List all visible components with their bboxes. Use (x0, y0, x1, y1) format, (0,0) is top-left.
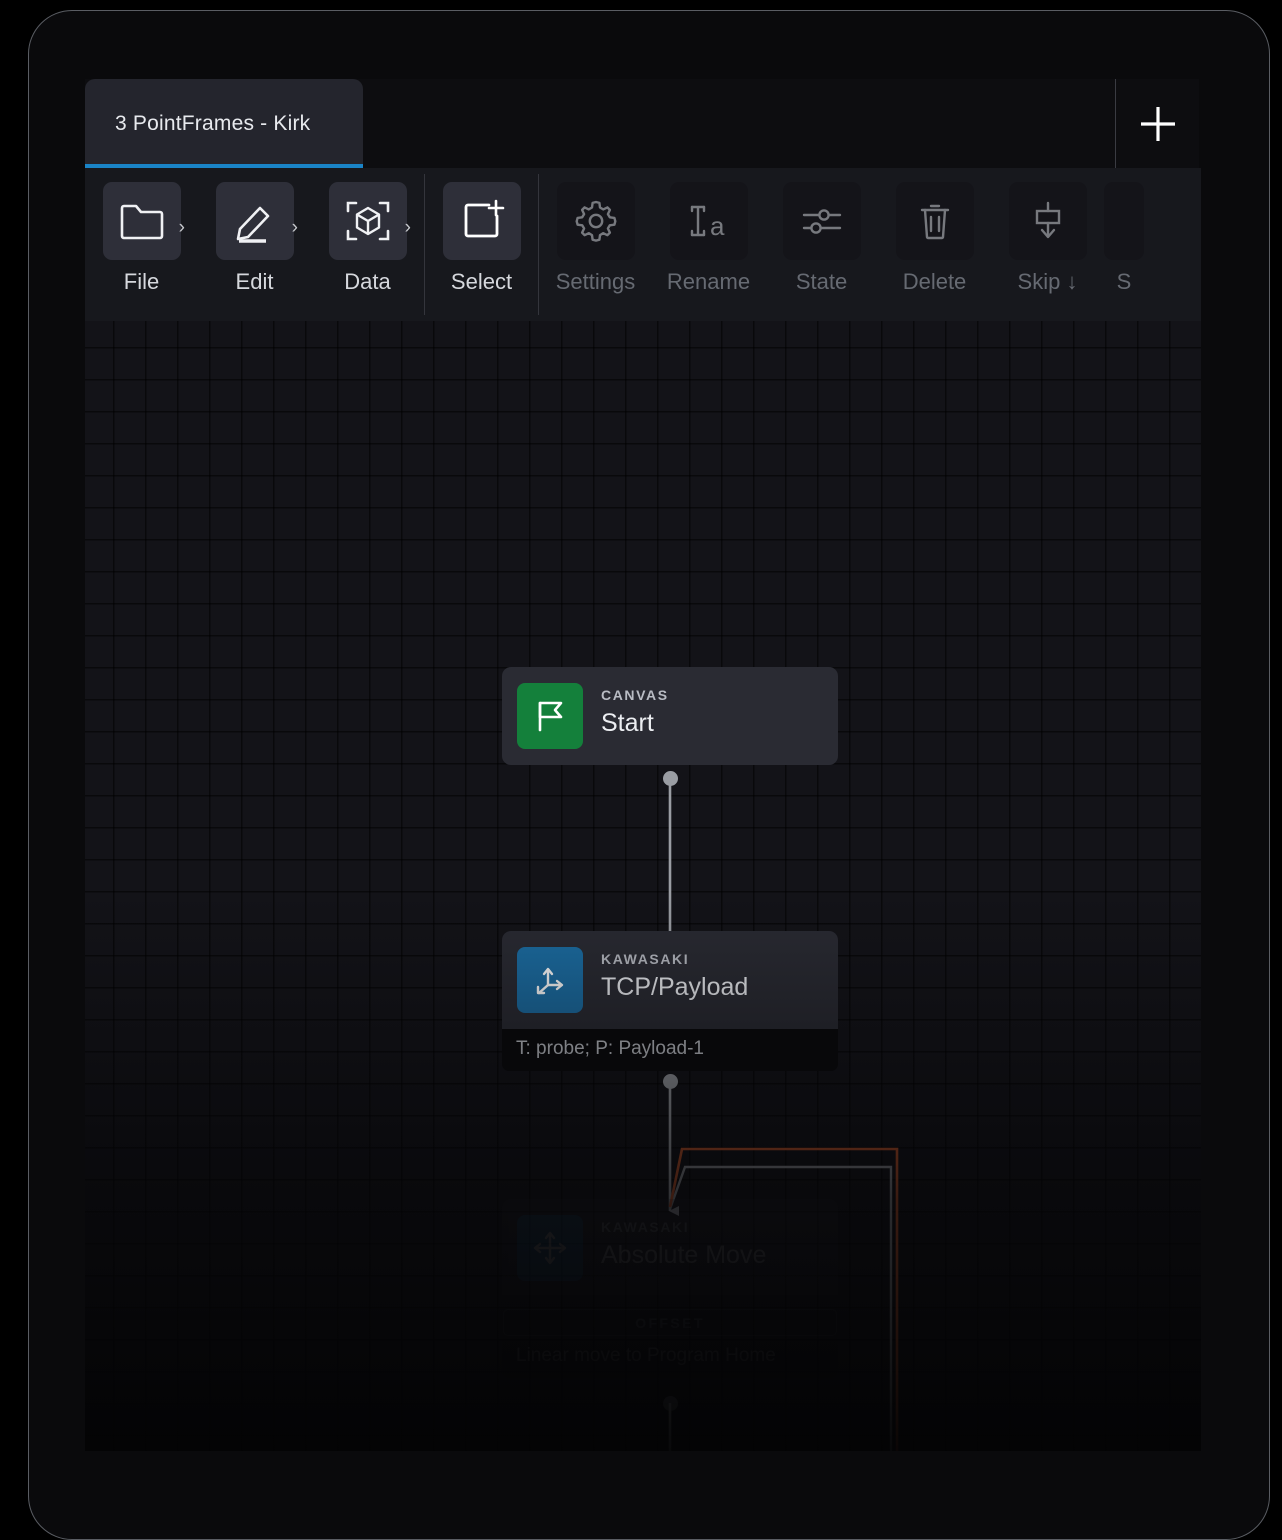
toolbar-label-data: Data (344, 269, 391, 294)
toolbar-label-file: File (123, 269, 160, 294)
skip-down-icon (1008, 182, 1087, 260)
select-plus-icon (442, 182, 521, 260)
tab-label: 3 PointFrames - Kirk (115, 111, 311, 135)
node-absolute-move-text: KAWASAKI Absolute Move (601, 1215, 766, 1270)
node-absolute-move-footer: Linear move to Program Home (502, 1336, 838, 1378)
port-absolute-move-out[interactable] (663, 1396, 678, 1411)
toolbar-item-select[interactable]: Select (425, 168, 538, 295)
tab-strip: 3 PointFrames - Kirk (85, 79, 1199, 168)
toolbar-item-overflow[interactable]: S (1104, 168, 1144, 295)
node-start-text: CANVAS Start (601, 683, 669, 738)
node-tcp-payload[interactable]: KAWASAKI TCP/Payload T: probe; P: Payloa… (502, 931, 838, 1071)
node-start-body[interactable]: CANVAS Start (502, 667, 838, 765)
folder-icon (102, 182, 181, 260)
toolbar-label-skip: Skip ↓ (1017, 269, 1078, 294)
toolbar: › File › Edit › Data Select Settings a R… (85, 168, 1201, 321)
toolbar-item-edit[interactable]: › Edit (198, 168, 311, 295)
node-tcp-payload-kicker: KAWASAKI (601, 951, 690, 967)
add-tab-button[interactable] (1116, 79, 1199, 168)
node-absolute-move-title: Absolute Move (601, 1241, 767, 1269)
node-absolute-move[interactable]: KAWASAKI Absolute Move OFFSET Linear mov… (502, 1199, 838, 1378)
node-absolute-move-kicker: KAWASAKI (601, 1219, 690, 1235)
node-start[interactable]: CANVAS Start (502, 667, 838, 765)
move-arrows-icon (517, 1215, 583, 1281)
chevron-right-icon: › (404, 217, 411, 238)
rename-text-icon: a (669, 182, 748, 260)
device-frame: 3 PointFrames - Kirk › File › Edit › Dat… (28, 10, 1270, 1540)
node-tcp-payload-body[interactable]: KAWASAKI TCP/Payload (502, 931, 838, 1029)
svg-text:a: a (710, 211, 725, 241)
toolbar-label-settings: Settings (555, 269, 636, 294)
node-graph-canvas[interactable]: CANVAS Start KAWASAKI TCP/Payload T: pro… (85, 321, 1201, 1451)
toolbar-item-state[interactable]: State (765, 168, 878, 295)
toolbar-label-select: Select (450, 269, 513, 294)
chevron-right-icon: › (291, 217, 298, 238)
cut-off-icon (1104, 182, 1144, 260)
plus-icon (1135, 101, 1181, 147)
toolbar-item-rename[interactable]: a Rename (652, 168, 765, 295)
toolbar-item-skip[interactable]: Skip ↓ (991, 168, 1104, 295)
node-tcp-payload-footer: T: probe; P: Payload-1 (502, 1029, 838, 1071)
toolbar-label-state: State (795, 269, 848, 294)
toolbar-item-delete[interactable]: Delete (878, 168, 991, 295)
axes-icon (517, 947, 583, 1013)
node-absolute-move-chip[interactable]: OFFSET (503, 1309, 837, 1336)
tab-program-active[interactable]: 3 PointFrames - Kirk (85, 79, 363, 168)
node-start-kicker: CANVAS (601, 687, 669, 703)
toolbar-label-rename: Rename (666, 269, 751, 294)
node-absolute-move-body[interactable]: KAWASAKI Absolute Move (502, 1199, 838, 1295)
node-start-title: Start (601, 709, 654, 737)
chevron-right-icon: › (178, 217, 185, 238)
node-tcp-payload-text: KAWASAKI TCP/Payload (601, 947, 748, 1002)
toolbar-label-overflow: S (1116, 269, 1132, 294)
node-tcp-payload-title: TCP/Payload (601, 973, 749, 1001)
sliders-icon (782, 182, 861, 260)
trash-icon (895, 182, 974, 260)
toolbar-item-file[interactable]: › File (85, 168, 198, 295)
flag-icon (517, 683, 583, 749)
pencil-icon (215, 182, 294, 260)
gear-icon (556, 182, 635, 260)
toolbar-item-settings[interactable]: Settings (539, 168, 652, 295)
cube-scan-icon (328, 182, 407, 260)
toolbar-item-data[interactable]: › Data (311, 168, 424, 295)
port-start-out[interactable] (663, 771, 678, 786)
toolbar-label-delete: Delete (902, 269, 967, 294)
port-tcp-payload-out[interactable] (663, 1074, 678, 1089)
toolbar-label-edit: Edit (235, 269, 274, 294)
